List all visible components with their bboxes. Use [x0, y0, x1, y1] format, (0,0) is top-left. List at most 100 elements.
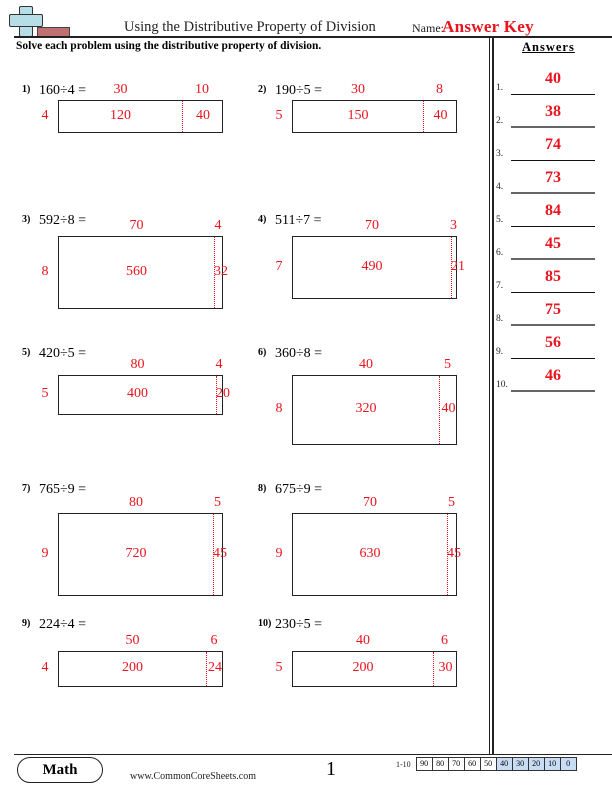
problem-number: 3)	[22, 214, 31, 225]
answer-number: 4.	[496, 182, 504, 192]
problem-expression: 360÷8 =	[275, 346, 323, 361]
answer-value: 84	[545, 202, 561, 219]
problem-number: 9)	[22, 618, 31, 629]
answer-number: 8.	[496, 314, 504, 324]
answer-row: 7. 85	[496, 268, 606, 293]
score-cell: 50	[479, 757, 497, 771]
score-cell: 60	[463, 757, 481, 771]
partial-product-right: 45	[447, 545, 461, 561]
partial-product-left: 400	[127, 386, 148, 401]
area-model-box: 200 30	[292, 651, 457, 687]
partial-product-right: 21	[451, 258, 465, 274]
divisor-label: 5	[275, 660, 283, 675]
answer-row: 4. 73	[496, 169, 606, 194]
problem-expression: 511÷7 =	[275, 213, 322, 228]
problem-expression: 420÷5 =	[39, 346, 87, 361]
answer-value: 56	[545, 334, 561, 351]
problem-number: 10)	[258, 618, 272, 629]
score-cell: 0	[559, 757, 577, 771]
problem-number: 2)	[258, 84, 267, 95]
answers-divider	[489, 38, 490, 754]
quotient-tens: 30	[113, 82, 128, 97]
score-cell: 40	[495, 757, 513, 771]
problem-expression: 190÷5 =	[275, 83, 323, 98]
answer-row: 1. 40	[496, 70, 606, 95]
partial-product-left: 720	[125, 545, 147, 561]
quotient-ones: 8	[436, 82, 443, 97]
answer-row: 3. 74	[496, 136, 606, 161]
answer-line	[511, 390, 595, 392]
score-cell: 10	[543, 757, 561, 771]
partial-product-right: 24	[208, 660, 222, 675]
answer-number: 6.	[496, 248, 504, 258]
answer-number: 3.	[496, 149, 504, 159]
problem-number: 6)	[258, 347, 267, 358]
quotient-tens: 70	[129, 218, 144, 233]
answer-number: 5.	[496, 215, 504, 225]
quotient-ones: 10	[195, 82, 209, 97]
answer-line	[511, 126, 595, 128]
website-link[interactable]: www.CommonCoreSheets.com	[130, 771, 256, 782]
problem-number: 1)	[22, 84, 31, 95]
score-cell: 20	[527, 757, 545, 771]
score-cell: 80	[431, 757, 449, 771]
partial-product-right: 40	[441, 401, 456, 416]
answer-line	[511, 192, 595, 194]
answer-value: 85	[545, 268, 561, 285]
partial-product-right: 40	[433, 107, 448, 123]
problem-expression: 160÷4 =	[39, 83, 87, 98]
partial-product-left: 200	[352, 660, 374, 675]
area-model-box: 560 32	[58, 236, 228, 309]
problem-expression: 230÷5 =	[275, 617, 323, 632]
divisor-label: 5	[41, 386, 49, 401]
problem-expression: 592÷8 =	[39, 213, 87, 228]
worksheet-title: Using the Distributive Property of Divis…	[124, 19, 376, 35]
divisor-label: 8	[275, 401, 283, 416]
area-model-box: 320 40	[292, 375, 457, 445]
answer-line	[511, 292, 595, 293]
area-model-box: 720 45	[58, 513, 227, 596]
partial-product-left: 560	[126, 263, 147, 279]
answer-value: 40	[545, 70, 561, 87]
quotient-tens: 80	[130, 357, 145, 372]
answer-value: 74	[545, 136, 561, 153]
area-model-box: 150 40	[292, 100, 457, 133]
answer-line	[511, 258, 595, 260]
partial-product-left: 200	[122, 660, 143, 675]
problem-expression: 765÷9 =	[39, 482, 87, 497]
instructions: Solve each problem using the distributiv…	[16, 40, 322, 52]
score-cell: 90	[415, 757, 433, 771]
answer-value: 45	[545, 235, 561, 252]
quotient-tens: 50	[125, 633, 140, 648]
problem-expression: 224÷4 =	[39, 617, 87, 632]
quotient-tens: 40	[359, 357, 373, 372]
answer-line	[511, 358, 595, 359]
partial-product-left: 320	[355, 401, 377, 416]
divisor-label: 4	[41, 107, 49, 123]
partial-product-left: 150	[347, 107, 369, 123]
answer-row: 6. 45	[496, 235, 606, 260]
subject-badge: Math	[17, 757, 103, 783]
answers-divider-thick	[492, 38, 494, 754]
quotient-ones: 6	[441, 633, 448, 648]
name-value: Answer Key	[442, 17, 534, 36]
quotient-tens: 80	[129, 495, 143, 510]
answer-line	[511, 324, 595, 326]
answer-line	[511, 160, 595, 161]
quotient-tens: 70	[365, 218, 379, 233]
quotient-ones: 5	[214, 495, 221, 510]
quotient-ones: 6	[210, 633, 218, 648]
problem-expression: 675÷9 =	[275, 482, 323, 497]
answer-number: 1.	[496, 83, 504, 93]
answer-row: 2. 38	[496, 103, 606, 128]
footer-divider	[14, 754, 612, 755]
logo-plus-center	[20, 15, 30, 25]
answer-value: 75	[545, 301, 561, 318]
partial-product-left: 490	[361, 258, 383, 274]
answer-line	[511, 226, 595, 227]
answer-number: 7.	[496, 281, 504, 291]
partial-product-right: 20	[216, 386, 230, 401]
quotient-ones: 4	[214, 218, 222, 233]
partial-product-right: 45	[213, 545, 227, 561]
partial-product-left: 120	[110, 107, 131, 123]
